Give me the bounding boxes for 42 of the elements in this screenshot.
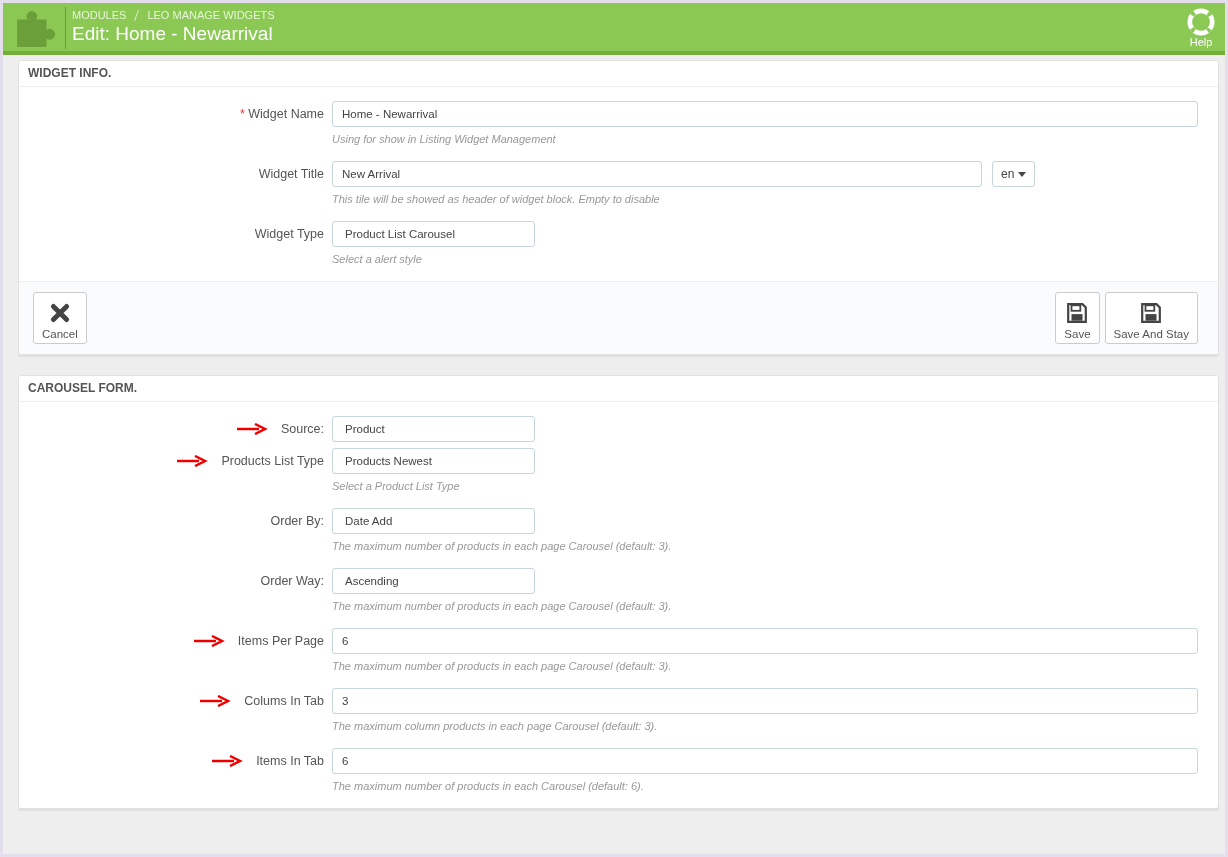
text-field[interactable]: Home - Newarrival [332, 101, 1198, 127]
text-field[interactable]: Product List Carousel [332, 221, 535, 247]
save-button[interactable]: Save And Stay [1104, 292, 1198, 344]
text-field[interactable]: Ascending [332, 568, 535, 594]
field-label: Colums In Tab [244, 694, 324, 708]
panel-heading: WIDGET INFO. [19, 61, 1218, 87]
panel-heading: CAROUSEL FORM. [19, 376, 1218, 402]
field-label: Widget Title [258, 167, 324, 181]
help-text: Using for show in Listing Widget Management [332, 132, 557, 147]
arrow-icon [193, 635, 226, 647]
help-text: The maximum column products in each page Carousel (default: 3). [332, 719, 659, 734]
arrow-icon [212, 755, 245, 767]
text-field[interactable]: Product [332, 416, 535, 442]
help-text: The maximum number of products in each page Carousel (default: 3). [332, 539, 673, 554]
text-field[interactable]: Date Add [332, 508, 535, 534]
help-text: The maximum number of products in each page Carousel (default: 3). [332, 659, 673, 674]
field-label: Items In Tab [256, 754, 324, 768]
arrow-icon [177, 455, 210, 467]
field-label: Source: [280, 422, 324, 436]
arrow-icon [200, 695, 233, 707]
cancel-button[interactable]: Cancel [33, 292, 87, 344]
help-text: Select a alert style [332, 252, 423, 267]
close-icon [48, 302, 71, 324]
field-label: Widget Type [254, 227, 324, 241]
help-text: The maximum number of products in each Carousel (default: 6). [332, 779, 645, 794]
save-button[interactable]: Save [1055, 292, 1100, 344]
field-label: Items Per Page [237, 634, 324, 648]
field-label: Order By: [270, 514, 324, 528]
language-dropdown[interactable]: en [992, 161, 1036, 187]
text-field[interactable]: 6 [332, 748, 1198, 774]
text-field[interactable]: New Arrival [332, 161, 982, 187]
help-text: Select a Product List Type [332, 479, 461, 494]
text-field[interactable]: 3 [332, 688, 1198, 714]
field-label: Products List Type [221, 454, 324, 468]
page-title: Edit: Home - Newarrival [72, 23, 274, 45]
field-label: Order Way: [260, 574, 324, 588]
help-text: The maximum number of products in each page Carousel (default: 3). [332, 599, 673, 614]
arrow-icon [236, 423, 269, 435]
text-field[interactable]: Products Newest [332, 448, 535, 474]
text-field[interactable]: 6 [332, 628, 1198, 654]
field-label: * Widget Name [239, 107, 324, 121]
help-text: This tile will be showed as header of widget block. Empty to disable [332, 192, 661, 207]
